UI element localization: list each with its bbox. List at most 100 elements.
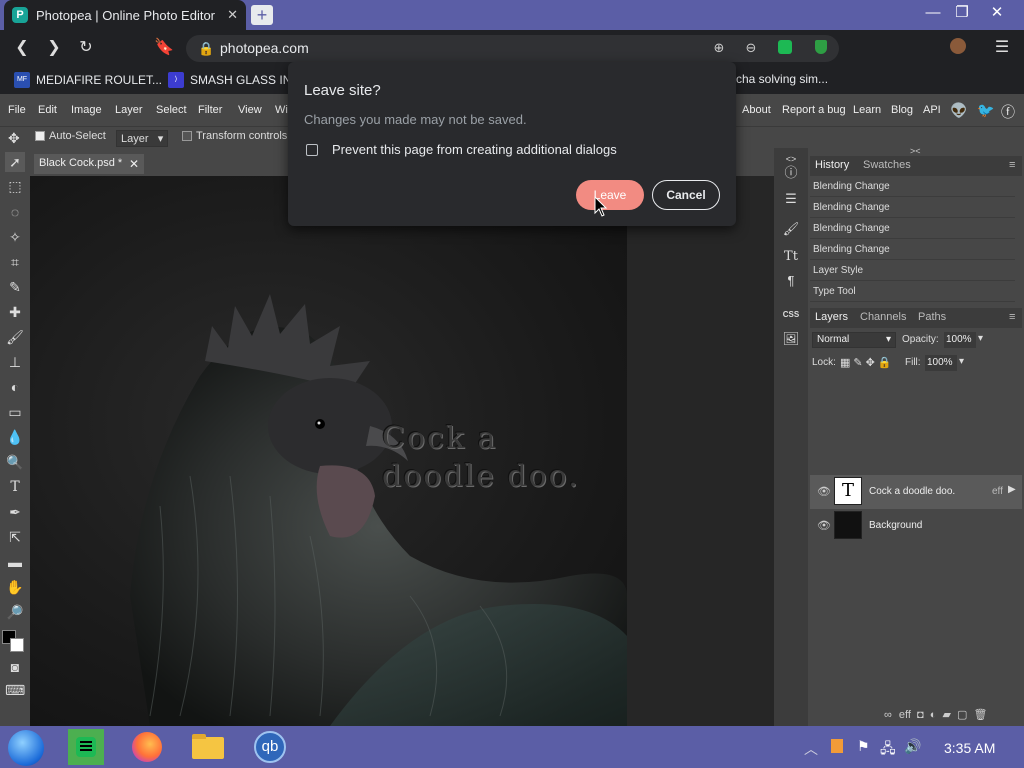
layer-row-text[interactable]: 👁 T Cock a doodle doo. eff ▶ <box>810 475 1022 509</box>
expand-effects-icon[interactable]: ▶ <box>1008 484 1016 495</box>
reload-icon[interactable]: ↻ <box>76 38 96 58</box>
link-icon[interactable]: ∞ <box>884 709 892 721</box>
cancel-button[interactable]: Cancel <box>652 180 720 210</box>
install-icon[interactable]: ⊕ <box>710 40 728 58</box>
paragraph-icon[interactable]: ¶ <box>782 272 800 290</box>
adjustments-icon[interactable]: ☰ <box>782 190 800 208</box>
extension-green-icon[interactable] <box>776 40 794 58</box>
file-explorer-icon[interactable] <box>186 729 230 765</box>
eye-icon[interactable]: 👁 <box>817 519 831 532</box>
document-tab[interactable]: Black Cock.psd * ✕ <box>34 154 144 174</box>
mask-icon[interactable]: ◘ <box>917 709 924 721</box>
flag-icon[interactable]: ⚑ <box>857 738 870 755</box>
volume-icon[interactable]: 🔊 <box>904 738 921 755</box>
clock[interactable]: 3:35 AM <box>944 740 995 756</box>
folder-icon[interactable]: ▰ <box>942 709 950 721</box>
menu-about[interactable]: About <box>742 104 771 116</box>
eyedropper-icon[interactable]: ✎ <box>5 277 25 297</box>
history-item[interactable]: Layer Style <box>810 261 1015 281</box>
dodge-tool-icon[interactable]: 🔍 <box>5 452 25 472</box>
menu-layer[interactable]: Layer <box>115 104 143 116</box>
tab-close-icon[interactable]: ✕ <box>227 7 238 23</box>
type-tool-icon[interactable]: T <box>5 477 25 497</box>
trash-icon[interactable]: 🗑 <box>973 709 987 721</box>
tab-layers[interactable]: Layers <box>815 311 848 323</box>
minimize-button[interactable]: — <box>918 2 948 24</box>
eraser-tool-icon[interactable]: ◐ <box>5 377 25 397</box>
bookmark-smash-glass[interactable]: ⟩ SMASH GLASS IN <box>168 72 291 88</box>
lock-icons[interactable]: ▦✎✥🔒 <box>840 356 895 369</box>
history-item[interactable]: Type Tool <box>810 282 1015 302</box>
document-close-icon[interactable]: ✕ <box>129 157 139 171</box>
tab-paths[interactable]: Paths <box>918 311 946 323</box>
network-icon[interactable]: 🖧 <box>880 738 896 762</box>
fill-dropdown-icon[interactable]: ▾ <box>959 356 964 367</box>
history-item[interactable]: Blending Change <box>810 240 1015 260</box>
marquee-tool-icon[interactable]: ⬚ <box>5 176 25 196</box>
menu-window[interactable]: Wi <box>275 104 288 116</box>
shape-tool-icon[interactable]: ▬ <box>5 552 25 572</box>
restore-button[interactable]: ❐ <box>947 2 977 24</box>
css-icon[interactable]: CSS <box>782 306 800 324</box>
blur-tool-icon[interactable]: 💧 <box>5 427 25 447</box>
facebook-icon[interactable]: ⓕ <box>1001 102 1015 122</box>
fill-input[interactable]: 100% <box>925 355 957 371</box>
reddit-icon[interactable]: 👽 <box>950 102 967 119</box>
effects-icon[interactable]: eff <box>899 709 911 721</box>
prevent-dialogs-checkbox[interactable] <box>306 144 318 156</box>
avatar[interactable] <box>948 38 968 58</box>
bookmark-mediafire[interactable]: MF MEDIAFIRE ROULET... <box>14 72 162 88</box>
pen-tool-icon[interactable]: ✒ <box>5 502 25 522</box>
layer-select-dropdown[interactable]: Layer ▾ <box>116 130 169 147</box>
brush-tool-icon[interactable]: 🖌 <box>5 327 25 347</box>
opacity-input[interactable]: 100% <box>944 332 976 348</box>
opacity-dropdown-icon[interactable]: ▾ <box>978 333 983 344</box>
keyboard-icon[interactable]: ⌨ <box>5 680 25 700</box>
gradient-tool-icon[interactable]: ▭ <box>5 402 25 422</box>
path-select-icon[interactable]: ⇱ <box>5 527 25 547</box>
image-panel-icon[interactable]: 🖼 <box>782 330 800 348</box>
start-button[interactable] <box>4 729 48 766</box>
layers-menu-icon[interactable]: ≡ <box>1009 311 1015 323</box>
menu-image[interactable]: Image <box>71 104 102 116</box>
tab-swatches[interactable]: Swatches <box>863 159 911 171</box>
lasso-tool-icon[interactable]: ◌ <box>5 202 25 222</box>
browser-tab[interactable]: P Photopea | Online Photo Editor ✕ <box>4 0 246 30</box>
new-layer-icon[interactable]: ▢ <box>957 709 967 721</box>
prevent-dialogs-label[interactable]: Prevent this page from creating addition… <box>332 142 617 157</box>
crop-tool-icon[interactable]: ⌗ <box>5 252 25 272</box>
transform-controls-checkbox[interactable]: Transform controls <box>182 130 287 142</box>
info-icon[interactable]: ⓘ <box>782 164 800 182</box>
adjustment-layer-icon[interactable]: ◐ <box>930 709 937 721</box>
twitter-icon[interactable]: 🐦 <box>977 102 994 119</box>
menu-select[interactable]: Select <box>156 104 187 116</box>
quick-mask-icon[interactable]: ◙ <box>5 657 25 677</box>
browser-menu-icon[interactable]: ☰ <box>992 38 1012 58</box>
auto-select-checkbox[interactable]: Auto-Select <box>35 130 106 142</box>
bookmark-captcha[interactable]: cha solving sim... <box>736 72 828 86</box>
menu-report-bug[interactable]: Report a bug <box>782 104 846 116</box>
firefox-icon[interactable] <box>126 729 170 765</box>
blend-mode-dropdown[interactable]: Normal ▾ <box>812 332 896 348</box>
healing-brush-icon[interactable]: ✚ <box>5 302 25 322</box>
new-tab-button[interactable]: + <box>251 5 273 25</box>
color-swatches-icon[interactable] <box>2 630 24 652</box>
bookmark-icon[interactable]: 🔖 <box>154 38 174 58</box>
zoom-icon[interactable]: ⊖ <box>742 40 760 58</box>
menu-file[interactable]: File <box>8 104 26 116</box>
magic-wand-icon[interactable]: ✧ <box>5 227 25 247</box>
canvas[interactable]: Cock a doodle doo. <box>30 176 627 726</box>
effects-badge[interactable]: eff <box>992 486 1003 497</box>
history-item[interactable]: Blending Change <box>810 198 1015 218</box>
leave-button[interactable]: Leave <box>576 180 644 210</box>
move-tool-icon[interactable]: ✥ <box>8 130 20 147</box>
history-item[interactable]: Blending Change <box>810 219 1015 239</box>
history-menu-icon[interactable]: ≡ <box>1009 159 1015 171</box>
menu-filter[interactable]: Filter <box>198 104 222 116</box>
panel-expand-icon[interactable]: >< <box>910 146 921 156</box>
address-bar[interactable]: 🔒 photopea.com ⊕ ⊖ <box>186 35 839 62</box>
menu-api[interactable]: API <box>923 104 941 116</box>
layer-row-background[interactable]: 👁 Background <box>810 509 1022 543</box>
move-tool-icon[interactable]: ➚ <box>5 152 25 172</box>
back-icon[interactable]: ❮ <box>12 38 32 58</box>
